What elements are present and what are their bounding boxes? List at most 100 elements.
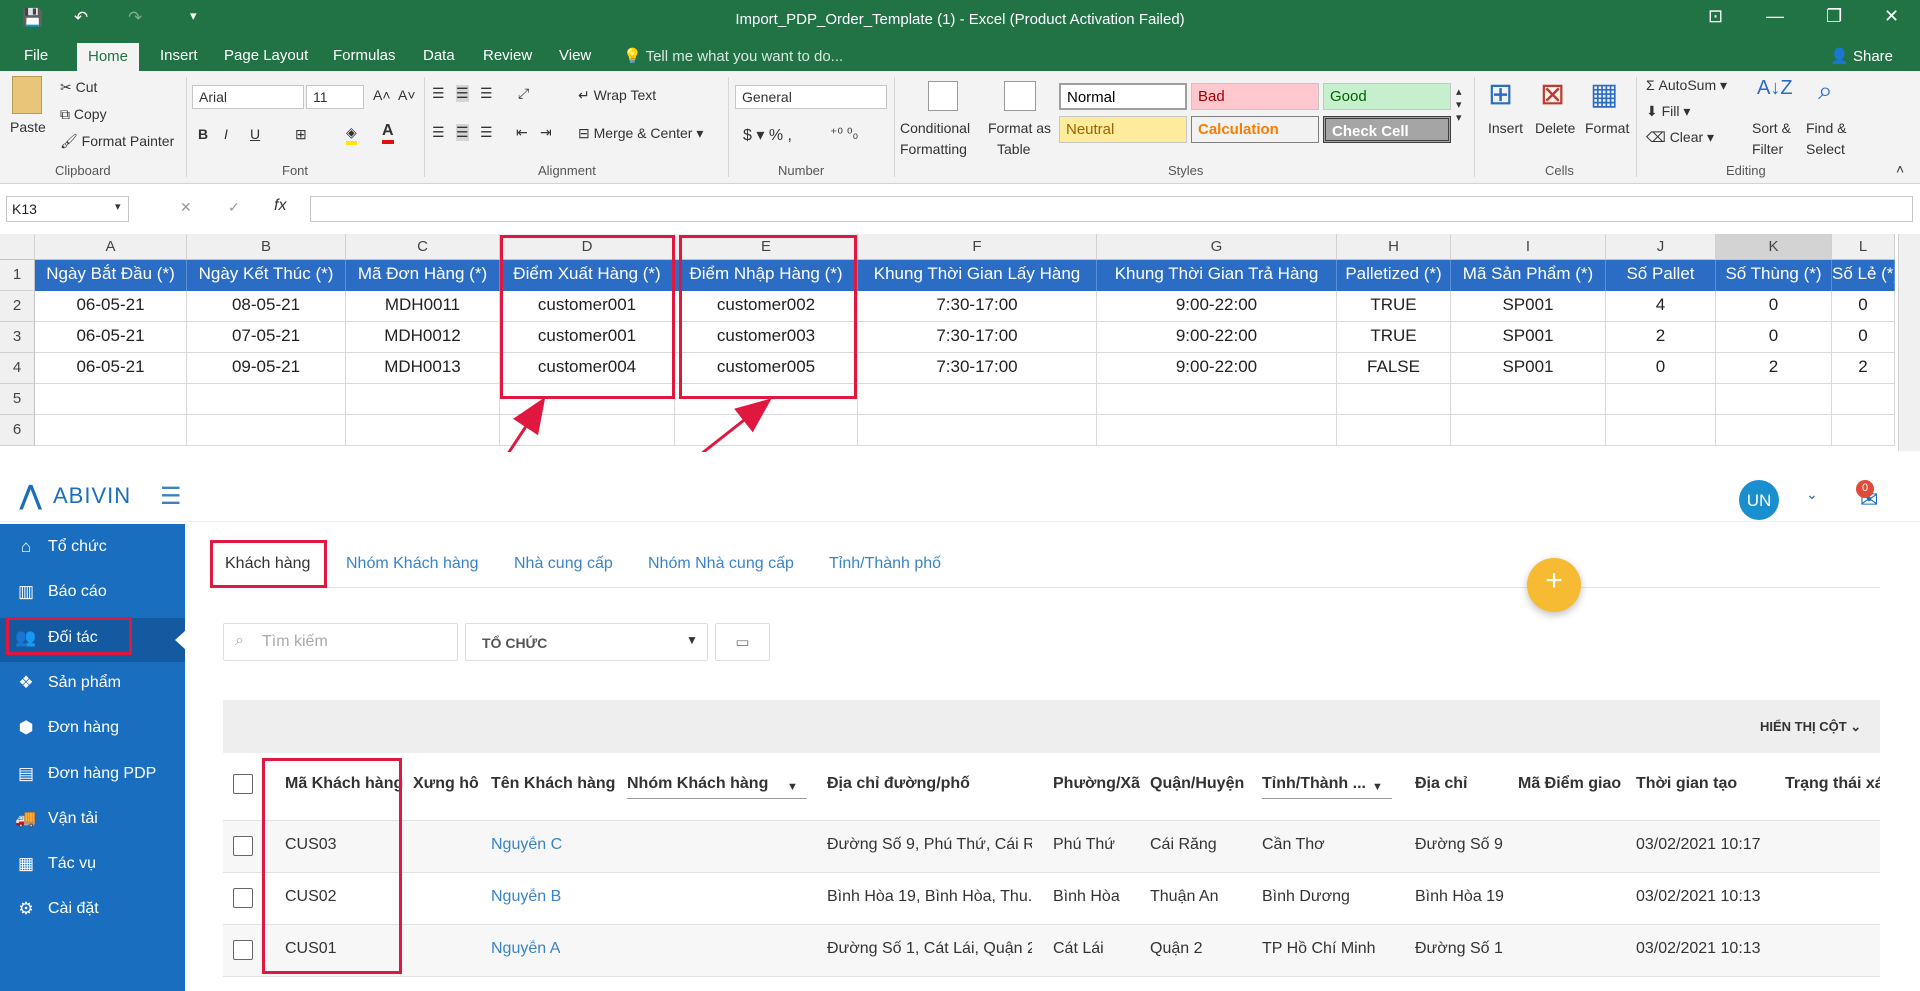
data-cell[interactable] <box>858 384 1097 415</box>
avatar[interactable]: UN <box>1739 480 1779 520</box>
data-cell[interactable]: 9:00-22:00 <box>1097 322 1337 353</box>
insert-cells-button[interactable]: Insert <box>1488 120 1523 136</box>
wrap-text-button[interactable]: ↵ Wrap Text <box>578 87 656 104</box>
tab-view[interactable]: View <box>559 47 591 64</box>
data-cell[interactable] <box>1716 415 1832 446</box>
data-cell[interactable] <box>1337 415 1451 446</box>
tab-insert[interactable]: Insert <box>160 47 198 64</box>
column-header[interactable]: Nhóm Khách hàng <box>627 775 807 799</box>
align-left-icon[interactable]: ☰ <box>432 124 445 141</box>
data-cell[interactable]: 2 <box>1606 322 1716 353</box>
bold-icon[interactable]: B <box>198 126 208 142</box>
tab-review[interactable]: Review <box>483 47 532 64</box>
tab-tinh-thanh-pho[interactable]: Tỉnh/Thành phố <box>829 555 941 573</box>
data-cell[interactable]: SP001 <box>1451 291 1606 322</box>
data-cell[interactable] <box>1097 415 1337 446</box>
table-row[interactable] <box>223 873 1880 924</box>
tell-me-search[interactable]: 💡 Tell me what you want to do... <box>623 47 843 65</box>
paste-button[interactable]: Paste <box>10 119 46 135</box>
tab-nhom-khach-hang[interactable]: Nhóm Khách hàng <box>346 555 479 573</box>
data-cell[interactable]: 9:00-22:00 <box>1097 353 1337 384</box>
data-cell[interactable] <box>35 384 187 415</box>
header-cell[interactable]: Khung Thời Gian Trả Hàng <box>1097 260 1337 291</box>
header-cell[interactable]: Số Lẻ (*) <box>1832 260 1895 291</box>
enter-icon[interactable]: ✓ <box>228 199 240 216</box>
sidebar-item-7[interactable]: ▦ Tác vụ <box>0 844 185 888</box>
style-good[interactable]: Good <box>1323 83 1451 110</box>
font-size-select[interactable]: 11 <box>306 85 364 109</box>
number-format-select[interactable]: General <box>735 85 887 109</box>
column-header-g[interactable]: G <box>1097 234 1337 260</box>
map-view-button[interactable]: ▭ <box>715 623 770 661</box>
grow-font-icon[interactable]: A˄ <box>373 87 391 103</box>
delete-cells-button[interactable]: Delete <box>1535 120 1575 136</box>
select-all-corner[interactable] <box>0 234 35 260</box>
select-all-checkbox[interactable] <box>233 774 253 794</box>
row-header-3[interactable]: 3 <box>0 322 35 353</box>
sort-filter-icon[interactable]: A↓Z <box>1757 77 1793 100</box>
header-cell[interactable]: Mã Sản Phẩm (*) <box>1451 260 1606 291</box>
minimize-icon[interactable]: — <box>1766 6 1784 27</box>
share-button[interactable]: 👤 Share <box>1830 47 1893 65</box>
font-color-icon[interactable]: A <box>382 122 394 144</box>
vertical-scrollbar[interactable] <box>1898 234 1920 451</box>
data-cell[interactable]: 08-05-21 <box>187 291 346 322</box>
sidebar-item-4[interactable]: ⬢ Đơn hàng <box>0 708 185 752</box>
formula-input[interactable] <box>310 196 1913 222</box>
column-header-c[interactable]: C <box>346 234 500 260</box>
data-cell[interactable] <box>1832 384 1895 415</box>
column-header-h[interactable]: H <box>1337 234 1451 260</box>
data-cell[interactable]: 2 <box>1832 353 1895 384</box>
data-cell[interactable]: 0 <box>1832 322 1895 353</box>
ribbon-display-icon[interactable]: ⊡ <box>1708 6 1723 27</box>
align-middle-icon[interactable]: ☰ <box>456 85 469 102</box>
data-cell[interactable]: MDH0013 <box>346 353 500 384</box>
table-row[interactable] <box>223 821 1880 872</box>
cut-button[interactable]: ✂ Cut <box>60 79 97 96</box>
customer-name-link[interactable]: Nguyễn C <box>491 836 562 854</box>
caret-down-icon[interactable]: ▼ <box>787 781 798 793</box>
find-select-button[interactable]: Find & <box>1806 120 1846 136</box>
underline-icon[interactable]: U <box>250 126 260 142</box>
column-header-j[interactable]: J <box>1606 234 1716 260</box>
styles-scroll-icon[interactable]: ▴ ▾ ▾ <box>1456 85 1462 124</box>
data-cell[interactable]: 06-05-21 <box>35 322 187 353</box>
tab-file[interactable]: File <box>24 47 48 64</box>
data-cell[interactable]: 0 <box>1716 291 1832 322</box>
format-cells-button[interactable]: Format <box>1585 120 1629 136</box>
column-header-b[interactable]: B <box>187 234 346 260</box>
hamburger-icon[interactable]: ☰ <box>160 482 182 511</box>
cancel-icon[interactable]: ✕ <box>180 199 192 216</box>
data-cell[interactable]: 2 <box>1716 353 1832 384</box>
chevron-down-icon[interactable]: ▾ <box>115 200 121 213</box>
style-check-cell[interactable]: Check Cell <box>1323 116 1451 143</box>
data-cell[interactable]: 7:30-17:00 <box>858 322 1097 353</box>
tab-data[interactable]: Data <box>423 47 455 64</box>
close-icon[interactable]: ✕ <box>1884 6 1899 27</box>
style-neutral[interactable]: Neutral <box>1059 116 1187 143</box>
column-header-f[interactable]: F <box>858 234 1097 260</box>
style-calculation[interactable]: Calculation <box>1191 116 1319 143</box>
header-cell[interactable]: Số Thùng (*) <box>1716 260 1832 291</box>
row-header-2[interactable]: 2 <box>0 291 35 322</box>
row-checkbox[interactable] <box>233 888 253 908</box>
conditional-formatting-icon[interactable] <box>928 81 958 111</box>
data-cell[interactable]: 7:30-17:00 <box>858 291 1097 322</box>
data-cell[interactable]: TRUE <box>1337 291 1451 322</box>
fill-color-icon[interactable]: ◈ <box>346 124 357 145</box>
data-cell[interactable] <box>187 384 346 415</box>
org-select[interactable]: TỔ CHỨC ▼ <box>465 623 708 661</box>
tab-nhom-nha-cung-cap[interactable]: Nhóm Nhà cung cấp <box>648 555 794 573</box>
shrink-font-icon[interactable]: A˅ <box>398 87 416 103</box>
tab-nha-cung-cap[interactable]: Nhà cung cấp <box>514 555 613 573</box>
data-cell[interactable]: 4 <box>1606 291 1716 322</box>
name-box[interactable]: K13 <box>6 196 129 222</box>
row-checkbox[interactable] <box>233 836 253 856</box>
show-columns-button[interactable]: HIỂN THỊ CỘT ⌄ <box>1760 719 1861 735</box>
header-cell[interactable]: Khung Thời Gian Lấy Hàng <box>858 260 1097 291</box>
row-header-6[interactable]: 6 <box>0 415 35 446</box>
function-icon[interactable]: fx <box>274 197 286 215</box>
data-cell[interactable] <box>187 415 346 446</box>
font-name-select[interactable]: Arial <box>192 85 304 109</box>
customer-name-link[interactable]: Nguyễn B <box>491 888 561 906</box>
